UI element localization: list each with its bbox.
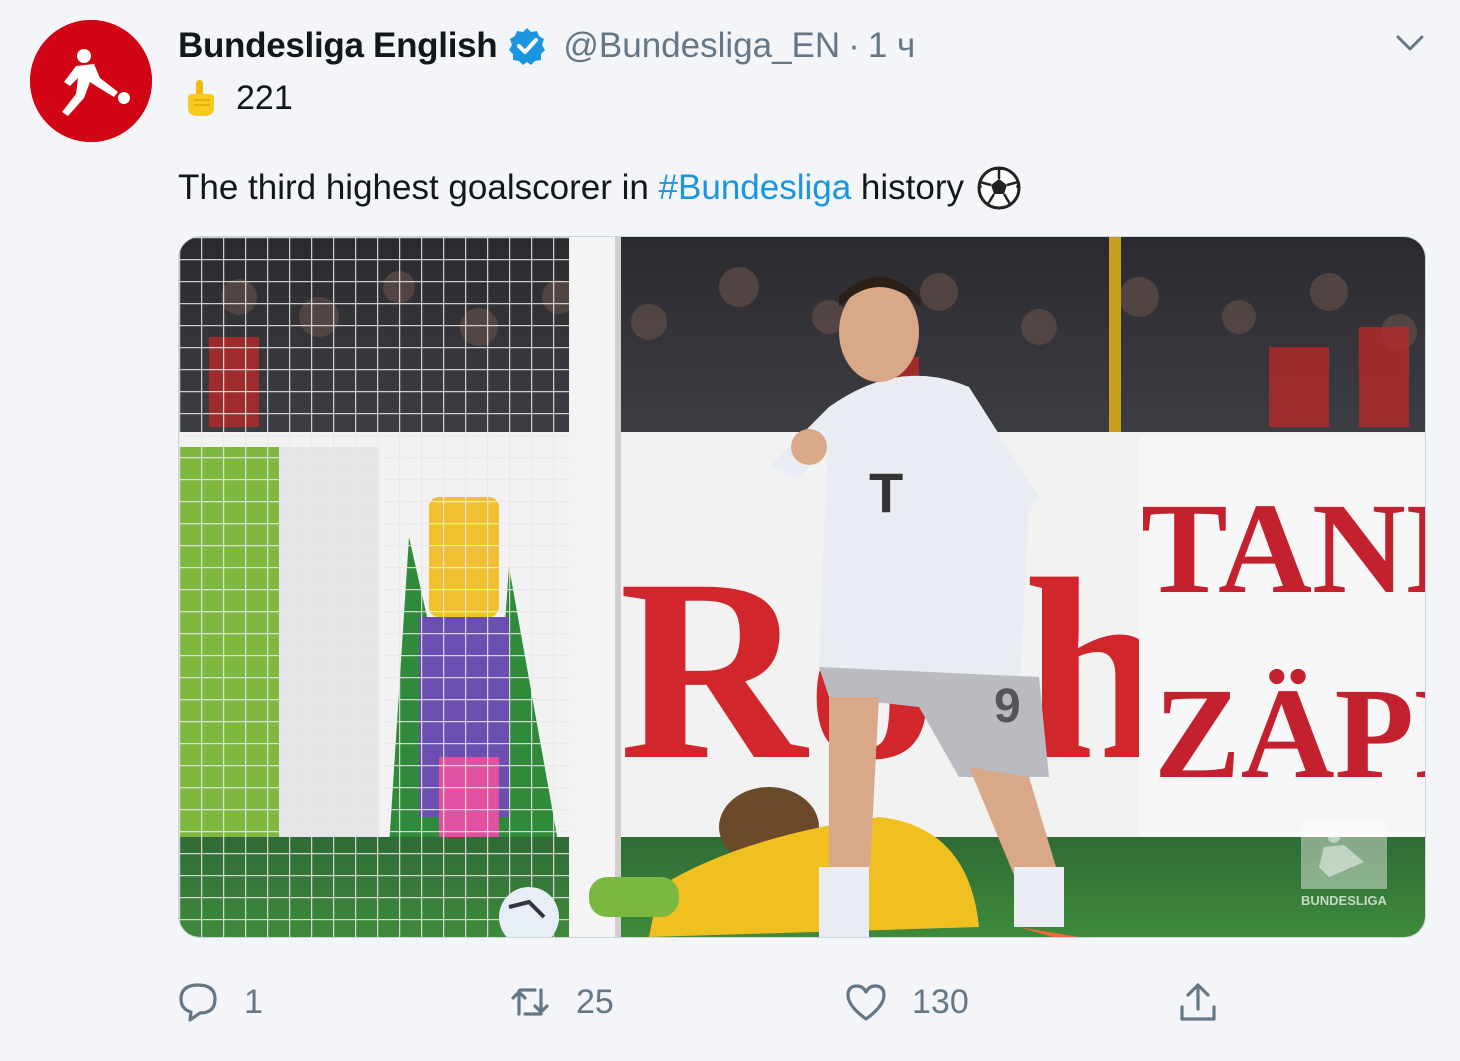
heart-icon <box>844 980 888 1024</box>
tweet-text-end: history <box>851 168 965 207</box>
hashtag-link[interactable]: #Bundesliga <box>659 168 852 208</box>
photo-watermark: BUNDESLIGA <box>1301 893 1388 908</box>
photo-image: Rothaus TANNE ZÄPFL T 9 <box>179 237 1426 937</box>
reply-icon <box>176 980 220 1024</box>
tweet-subline: 221 <box>182 76 293 120</box>
soccer-ball-icon <box>976 165 1022 211</box>
reply-count: 1 <box>244 982 263 1021</box>
share-icon <box>1176 980 1220 1024</box>
bundesliga-logo-icon <box>30 20 152 142</box>
chevron-down-icon[interactable] <box>1392 28 1428 58</box>
tweet-photo[interactable]: Rothaus TANNE ZÄPFL T 9 <box>178 236 1426 938</box>
verified-badge-icon <box>507 26 547 66</box>
like-button[interactable]: 130 <box>844 972 969 1032</box>
ad-board-right-bottom: ZÄPFL <box>1154 662 1426 806</box>
tweet-header: Bundesliga English @Bundesliga_EN · 1 ч <box>178 24 915 68</box>
avatar[interactable] <box>30 20 152 142</box>
tweet-text-start: The third highest goalscorer in <box>178 168 659 207</box>
display-name[interactable]: Bundesliga English <box>178 26 498 66</box>
reply-button[interactable]: 1 <box>176 972 263 1032</box>
retweet-count: 25 <box>576 982 614 1021</box>
shorts-number: 9 <box>994 680 1021 733</box>
timestamp[interactable]: 1 ч <box>868 26 915 66</box>
subline-count: 221 <box>236 78 293 117</box>
shirt-sponsor: T <box>869 461 903 524</box>
ad-board-right-top: TANNE <box>1141 477 1426 621</box>
like-count: 130 <box>912 982 969 1021</box>
separator: · <box>848 26 860 65</box>
tweet-actions: 1 25 130 <box>0 972 1460 1032</box>
tweet-text: The third highest goalscorer in #Bundesl… <box>178 164 1022 212</box>
pointing-finger-icon <box>182 78 218 118</box>
share-button[interactable] <box>1176 972 1220 1032</box>
handle[interactable]: @Bundesliga_EN <box>563 26 840 66</box>
retweet-icon <box>508 980 552 1024</box>
retweet-button[interactable]: 25 <box>508 972 614 1032</box>
